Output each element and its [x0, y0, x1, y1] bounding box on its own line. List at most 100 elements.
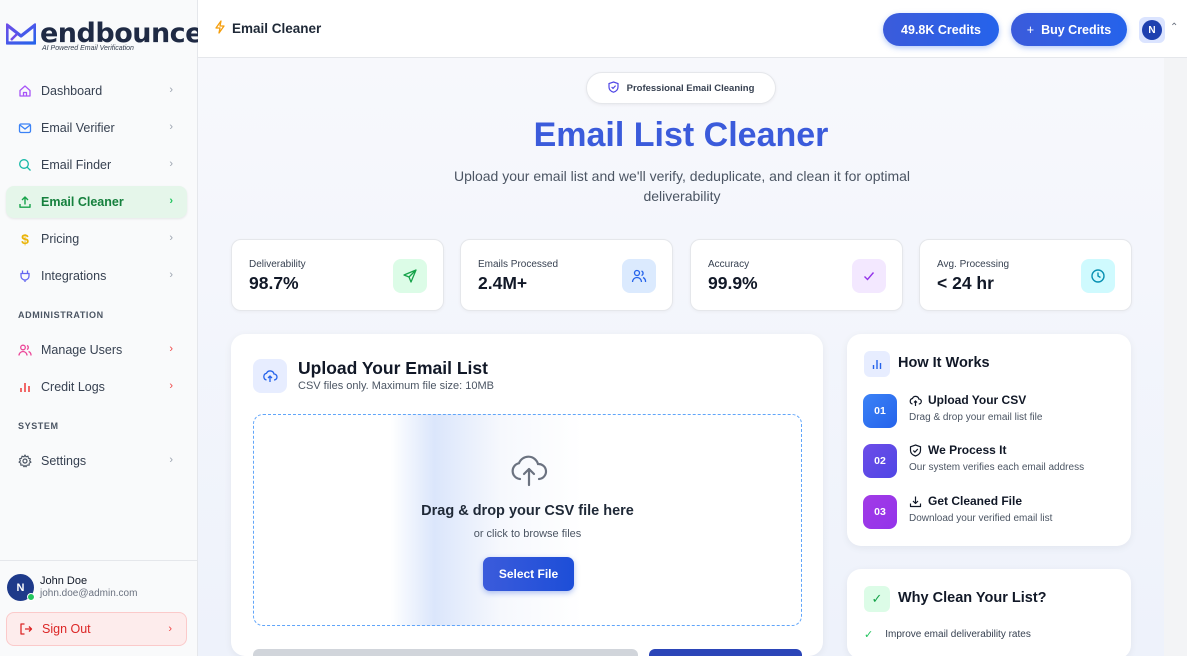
plug-icon — [18, 269, 32, 283]
sidebar: endbounce AI Powered Email Verification … — [0, 0, 204, 656]
avatar: N — [7, 574, 35, 601]
sidebar-item-credit-logs[interactable]: Credit Logs › — [6, 371, 187, 403]
list-item-text: Improve email deliverability rates — [885, 629, 1031, 640]
chevron-right-icon: › — [169, 380, 173, 392]
chevron-right-icon: › — [168, 623, 172, 635]
secondary-button[interactable] — [253, 649, 638, 656]
avatar-initial: N — [16, 581, 25, 594]
step-description: Download your verified email list — [909, 513, 1053, 524]
clock-icon — [1081, 259, 1115, 293]
check-icon: ✓ — [864, 586, 890, 612]
chevron-right-icon: › — [169, 84, 173, 96]
stat-value: 98.7% — [249, 273, 299, 293]
sidebar-nav: Dashboard › Email Verifier › Email Finde… — [6, 75, 187, 482]
upload-icon — [18, 195, 32, 209]
step-title: We Process It — [928, 443, 1007, 457]
buy-credits-button[interactable]: + Buy Credits — [1011, 13, 1127, 46]
home-icon — [18, 84, 32, 98]
how-it-works-title: How It Works — [898, 355, 990, 371]
sidebar-item-label: Dashboard — [41, 84, 103, 98]
hero-title: Email List Cleaner — [533, 116, 829, 154]
why-clean-title: Why Clean Your List? — [898, 590, 1047, 606]
sidebar-item-label: Credit Logs — [41, 380, 105, 394]
hero-subtitle: Upload your email list and we'll verify,… — [453, 168, 911, 204]
brand-logo[interactable]: endbounce AI Powered Email Verification — [6, 18, 204, 58]
section-label-system: SYSTEM — [18, 421, 59, 431]
stat-card-accuracy: Accuracy 99.9% — [690, 239, 903, 311]
stat-label: Avg. Processing — [937, 259, 1010, 270]
step-number: 02 — [863, 444, 897, 478]
list-item: ✓ Improve email deliverability rates — [864, 628, 1031, 641]
shield-check-icon — [909, 443, 922, 457]
sign-out-button[interactable]: Sign Out › — [6, 612, 187, 646]
lightning-icon — [214, 20, 226, 37]
buy-credits-label: Buy Credits — [1041, 22, 1112, 37]
badge-text: Professional Email Cleaning — [626, 82, 755, 94]
chevron-up-icon[interactable]: ⌃ — [1170, 22, 1178, 33]
page-title: Email Cleaner — [214, 20, 321, 37]
mail-icon — [18, 121, 32, 135]
credits-balance-button[interactable]: 49.8K Credits — [883, 13, 999, 46]
sidebar-item-pricing[interactable]: $ Pricing › — [6, 223, 187, 255]
gear-icon — [18, 454, 32, 468]
chevron-right-icon: › — [169, 232, 173, 244]
stat-label: Accuracy — [708, 259, 750, 270]
step-item: 02 We Process It Our system verifies eac… — [863, 442, 1123, 482]
how-it-works-card: How It Works 01 Upload Your CSV Drag & d… — [847, 334, 1131, 546]
sidebar-item-label: Email Verifier — [41, 121, 115, 135]
section-label-administration: ADMINISTRATION — [18, 310, 104, 320]
sidebar-item-settings[interactable]: Settings › — [6, 445, 187, 477]
download-icon — [909, 495, 922, 508]
step-title: Get Cleaned File — [928, 494, 1023, 508]
step-item: 01 Upload Your CSV Drag & drop your emai… — [863, 392, 1123, 432]
avatar-initial: N — [1142, 20, 1162, 40]
top-bar: Email Cleaner 49.8K Credits + Buy Credit… — [198, 0, 1187, 58]
search-icon — [18, 158, 32, 172]
user-email: john.doe@admin.com — [40, 588, 138, 599]
upload-subtitle: CSV files only. Maximum file size: 10MB — [298, 380, 495, 392]
user-profile[interactable]: N John Doe john.doe@admin.com — [6, 572, 186, 606]
step-number: 03 — [863, 495, 897, 529]
chevron-right-icon: › — [169, 454, 173, 466]
account-menu-avatar[interactable]: N — [1139, 17, 1165, 43]
dropzone-title: Drag & drop your CSV file here — [421, 503, 634, 519]
sidebar-item-dashboard[interactable]: Dashboard › — [6, 75, 187, 107]
sidebar-item-label: Email Finder — [41, 158, 112, 172]
bar-chart-icon — [864, 351, 890, 377]
step-title-row: Get Cleaned File — [909, 494, 1022, 508]
scrollbar[interactable] — [1164, 58, 1187, 656]
sidebar-item-label: Email Cleaner — [41, 195, 124, 209]
step-description: Our system verifies each email address — [909, 462, 1085, 473]
primary-button[interactable] — [649, 649, 802, 656]
users-icon — [622, 259, 656, 293]
sidebar-divider — [0, 560, 198, 561]
step-title: Upload Your CSV — [928, 393, 1027, 407]
sidebar-item-email-verifier[interactable]: Email Verifier › — [6, 112, 187, 144]
stat-value: < 24 hr — [937, 273, 994, 293]
chevron-right-icon: › — [169, 195, 173, 207]
cloud-upload-icon — [511, 455, 548, 487]
select-file-button[interactable]: Select File — [483, 557, 574, 591]
plus-icon: + — [1026, 22, 1035, 37]
sign-out-label: Sign Out — [42, 622, 91, 636]
stat-card-deliverability: Deliverability 98.7% — [231, 239, 444, 311]
stat-card-emails-processed: Emails Processed 2.4M+ — [460, 239, 673, 311]
user-name: John Doe — [40, 575, 88, 587]
badge-professional-cleaning: Professional Email Cleaning — [586, 72, 776, 104]
upload-title: Upload Your Email List — [298, 358, 488, 378]
sidebar-item-email-cleaner[interactable]: Email Cleaner › — [6, 186, 187, 218]
step-title-row: We Process It — [909, 443, 1006, 457]
send-icon — [393, 259, 427, 293]
file-dropzone[interactable]: Drag & drop your CSV file here or click … — [253, 414, 802, 626]
logout-icon — [19, 622, 33, 636]
sidebar-item-email-finder[interactable]: Email Finder › — [6, 149, 187, 181]
bar-chart-icon — [18, 380, 32, 394]
sidebar-item-manage-users[interactable]: Manage Users › — [6, 334, 187, 366]
sidebar-item-label: Manage Users — [41, 343, 123, 357]
chevron-right-icon: › — [169, 343, 173, 355]
dropzone-subtitle: or click to browse files — [473, 528, 582, 540]
sidebar-item-integrations[interactable]: Integrations › — [6, 260, 187, 292]
step-number: 01 — [863, 394, 897, 428]
stat-value: 99.9% — [708, 273, 758, 293]
stat-label: Emails Processed — [478, 259, 559, 270]
